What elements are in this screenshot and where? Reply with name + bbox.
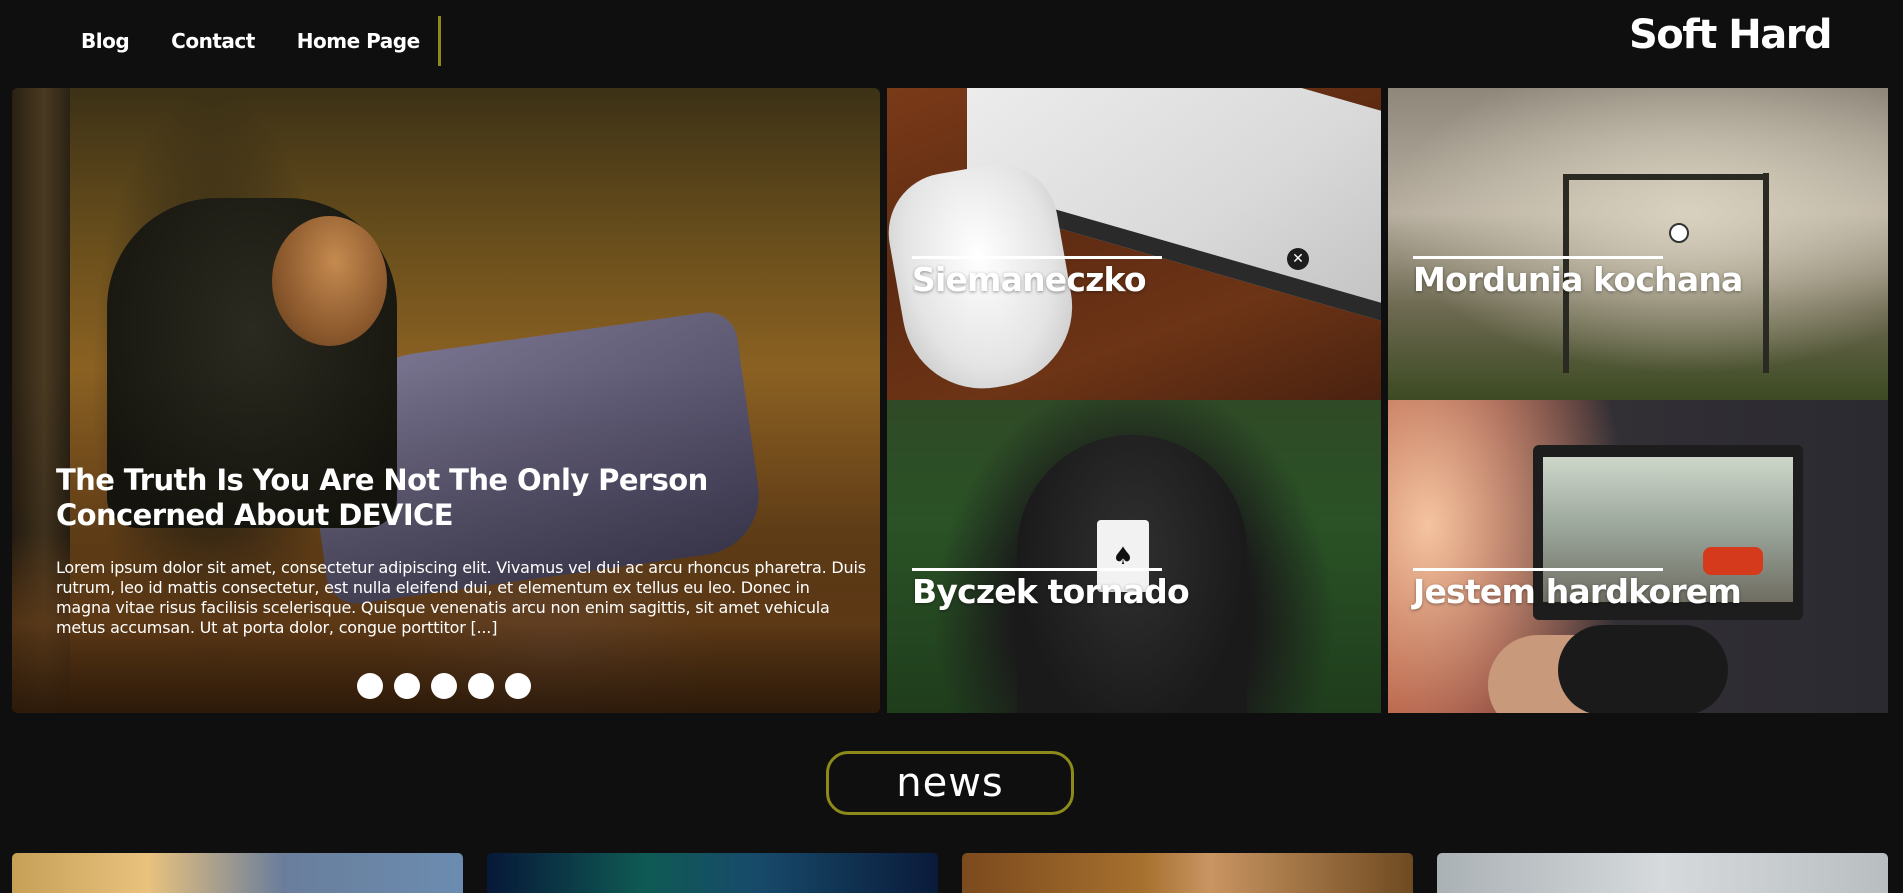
news-section-heading: news bbox=[826, 751, 1074, 815]
hero-excerpt: Lorem ipsum dolor sit amet, consectetur … bbox=[56, 558, 866, 637]
news-card-2-thumbnail[interactable] bbox=[487, 853, 938, 893]
nav-link-blog[interactable]: Blog bbox=[81, 29, 130, 53]
tile-image-gaming bbox=[1388, 400, 1888, 713]
tile-title: Mordunia kochana bbox=[1413, 260, 1743, 299]
site-logo[interactable]: Soft Hard bbox=[1629, 12, 1833, 58]
slider-dot-3[interactable] bbox=[431, 673, 457, 699]
news-heading-label: news bbox=[896, 760, 1004, 806]
xbox-logo-icon: ✕ bbox=[1287, 248, 1309, 270]
featured-tile-2[interactable]: Mordunia kochana bbox=[1388, 88, 1888, 400]
featured-tile-4[interactable]: Jestem hardkorem bbox=[1388, 400, 1888, 713]
soccer-ball-icon bbox=[1669, 223, 1689, 243]
tile-image-soccer bbox=[1388, 88, 1888, 400]
slider-dot-2[interactable] bbox=[394, 673, 420, 699]
slider-pagination bbox=[357, 673, 542, 699]
tile-title-rule bbox=[1413, 256, 1663, 259]
featured-tile-1[interactable]: ✕ Siemaneczko bbox=[887, 88, 1381, 400]
news-card-4-thumbnail[interactable] bbox=[1437, 853, 1888, 893]
main-nav: Blog Contact Home Page bbox=[81, 16, 441, 66]
hero-slider[interactable]: The Truth Is You Are Not The Only Person… bbox=[12, 88, 880, 713]
nav-link-contact[interactable]: Contact bbox=[171, 29, 255, 53]
tile-image-hooded-man: ♠ bbox=[887, 400, 1381, 713]
tile-title-rule bbox=[1413, 568, 1663, 571]
nav-link-home-page[interactable]: Home Page bbox=[297, 29, 420, 53]
tile-title-rule bbox=[912, 256, 1162, 259]
tile-image-console: ✕ bbox=[887, 88, 1381, 400]
tile-title-rule bbox=[912, 568, 1162, 571]
site-header: Blog Contact Home Page Soft Hard bbox=[0, 0, 1903, 88]
news-card-1-thumbnail[interactable] bbox=[12, 853, 463, 893]
hero-title[interactable]: The Truth Is You Are Not The Only Person… bbox=[56, 463, 846, 533]
slider-dot-1[interactable] bbox=[357, 673, 383, 699]
tile-title: Siemaneczko bbox=[912, 260, 1147, 299]
tile-title: Byczek tornado bbox=[912, 572, 1190, 611]
gamepad-icon bbox=[1558, 625, 1728, 713]
nav-divider bbox=[437, 16, 441, 66]
news-card-3-thumbnail[interactable] bbox=[962, 853, 1413, 893]
slider-dot-5[interactable] bbox=[505, 673, 531, 699]
tile-title: Jestem hardkorem bbox=[1413, 572, 1742, 611]
featured-tile-3[interactable]: ♠ Byczek tornado bbox=[887, 400, 1381, 713]
slider-dot-4[interactable] bbox=[468, 673, 494, 699]
